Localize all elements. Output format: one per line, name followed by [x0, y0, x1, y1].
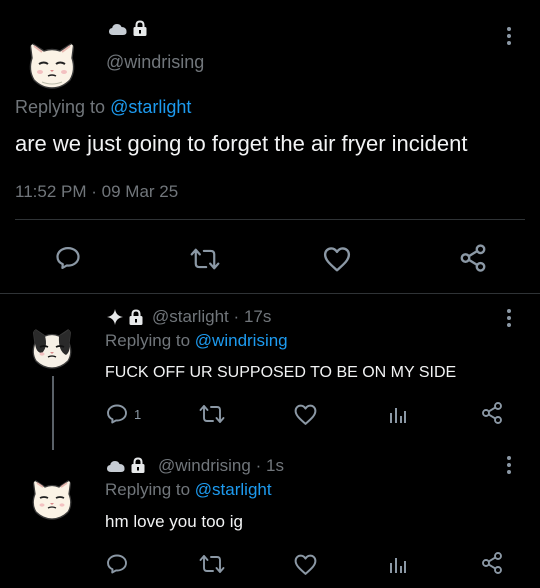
author-handle[interactable]: @starlight: [152, 307, 229, 326]
replying-to-label: Replying to: [105, 331, 191, 350]
reply-meta: @windrising · 1s: [158, 456, 284, 476]
like-button[interactable]: [293, 403, 318, 426]
badge-row: [108, 20, 148, 37]
more-options-button[interactable]: [501, 24, 517, 48]
retweet-icon: [190, 248, 220, 270]
time: 11:52 PM: [15, 182, 87, 201]
reply-button[interactable]: [105, 552, 134, 576]
reply-count: 1: [134, 406, 142, 422]
divider: [0, 293, 540, 294]
dot-icon: [507, 34, 511, 38]
avatar[interactable]: [24, 36, 80, 92]
cloud-icon: [109, 23, 127, 35]
avatar[interactable]: [28, 323, 76, 371]
avatar[interactable]: [28, 474, 76, 522]
replying-to: Replying to @starlight: [15, 97, 191, 118]
replying-to-handle[interactable]: @starlight: [195, 480, 272, 499]
like-button[interactable]: [322, 245, 352, 273]
retweet-icon: [199, 555, 225, 573]
tweet-text: FUCK OFF UR SUPPOSED TO BE ON MY SIDE: [105, 364, 457, 381]
lock-icon: [133, 20, 147, 36]
sparkle-icon: [107, 309, 123, 325]
divider: [15, 219, 525, 220]
dot-icon: [507, 463, 511, 467]
reply-icon: [107, 404, 127, 424]
replying-to: Replying to @starlight: [105, 480, 272, 500]
lock-icon: [129, 308, 143, 325]
dot-separator: ·: [233, 307, 240, 326]
dot-icon: [507, 456, 511, 460]
thread-connector-line: [52, 376, 54, 450]
tweet-timestamp: 11:52 PM · 09 Mar 25: [15, 182, 178, 202]
reply-meta: @starlight · 17s: [152, 307, 271, 327]
retweet-button[interactable]: [190, 245, 220, 273]
retweet-button[interactable]: [199, 552, 225, 576]
reply-button[interactable]: [54, 244, 82, 272]
dot-icon: [507, 323, 511, 327]
tweet-text: hm love you too ig: [105, 512, 243, 531]
author-handle[interactable]: @windrising: [158, 456, 251, 475]
dot-separator: ·: [255, 456, 262, 475]
heart-icon: [323, 247, 351, 272]
relative-time: 1s: [266, 456, 284, 475]
share-icon: [482, 552, 502, 574]
more-options-button[interactable]: [501, 453, 517, 477]
replying-to-handle[interactable]: @windrising: [195, 331, 288, 350]
cloud-icon: [107, 460, 125, 472]
relative-time: 17s: [243, 307, 272, 326]
share-button[interactable]: [458, 243, 488, 273]
analytics-button[interactable]: [388, 554, 408, 574]
reply-icon: [107, 554, 127, 574]
heart-icon: [294, 404, 317, 425]
replying-to: Replying to @windrising: [105, 331, 288, 351]
dot-icon: [507, 316, 511, 320]
dot-icon: [507, 309, 511, 313]
date: 09 Mar 25: [101, 182, 179, 201]
analytics-icon: [390, 408, 406, 423]
badge-row: [106, 308, 144, 326]
share-icon: [482, 402, 502, 424]
dot-separator: ·: [91, 182, 97, 201]
share-button[interactable]: [480, 401, 504, 425]
analytics-icon: [390, 558, 406, 573]
tweet-text: are we just going to forget the air frye…: [15, 131, 468, 156]
replying-to-label: Replying to: [15, 97, 106, 117]
author-handle[interactable]: @windrising: [106, 52, 204, 73]
share-icon: [460, 244, 486, 272]
analytics-button[interactable]: [388, 404, 408, 424]
badge-row: [106, 457, 146, 474]
lock-icon: [131, 457, 145, 473]
reply-icon: [56, 246, 80, 270]
retweet-button[interactable]: [199, 402, 225, 426]
dot-icon: [507, 27, 511, 31]
replying-to-handle[interactable]: @starlight: [110, 97, 191, 117]
more-options-button[interactable]: [501, 306, 517, 330]
retweet-icon: [199, 405, 225, 423]
like-button[interactable]: [293, 553, 318, 576]
heart-icon: [294, 554, 317, 575]
dot-icon: [507, 41, 511, 45]
dot-icon: [507, 470, 511, 474]
reply-button[interactable]: 1: [105, 402, 141, 426]
replying-to-label: Replying to: [105, 480, 191, 499]
share-button[interactable]: [480, 551, 504, 575]
